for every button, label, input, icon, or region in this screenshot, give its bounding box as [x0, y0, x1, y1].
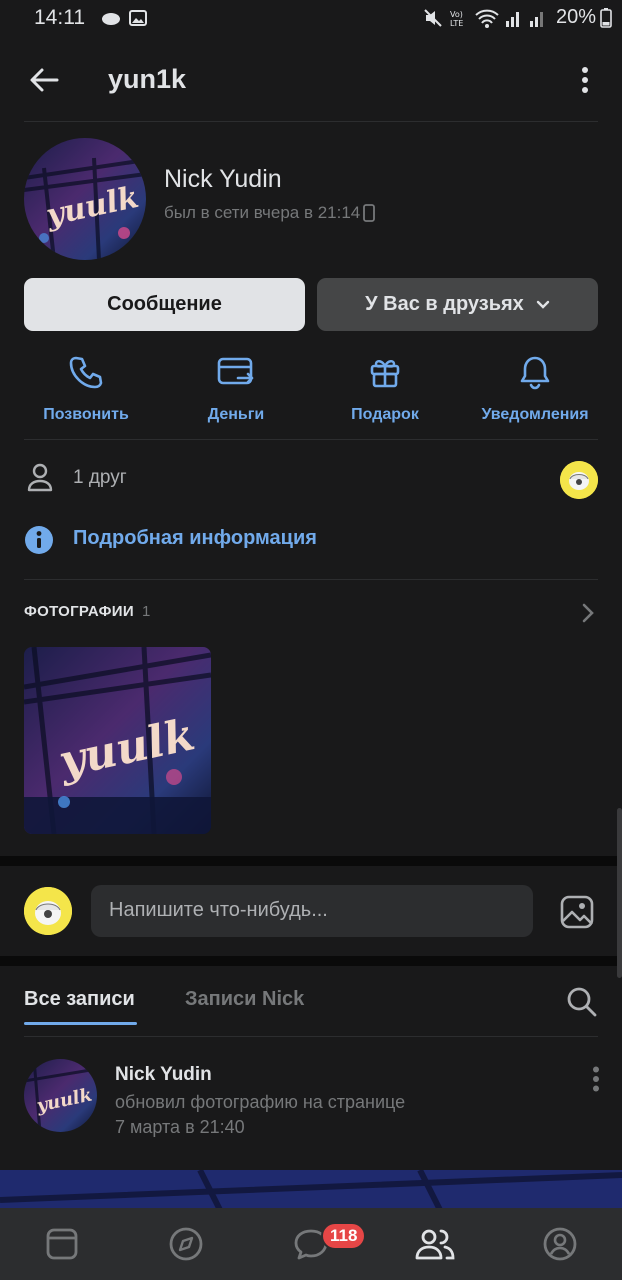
- svg-text:Vo): Vo): [450, 10, 463, 19]
- header-divider: [24, 121, 598, 122]
- detailed-info-row[interactable]: Подробная информация: [24, 522, 524, 556]
- post-more-icon[interactable]: [592, 1066, 600, 1092]
- friends-status-label: У Вас в друзьях: [365, 293, 524, 315]
- cloud-notification-icon: [102, 13, 120, 25]
- wall-tabs: Все записи Записи Nick: [0, 966, 622, 1036]
- info-divider: [24, 579, 598, 580]
- bottom-tab-bar: [0, 1208, 622, 1280]
- photos-count: 1: [141, 603, 151, 620]
- gift-icon: [370, 360, 400, 388]
- tab-friends[interactable]: [413, 1224, 457, 1264]
- post-composer: Напишите что-нибудь...: [0, 866, 622, 956]
- tab-profile[interactable]: [538, 1224, 582, 1264]
- profile-avatar[interactable]: yuulk: [24, 138, 146, 260]
- post-input[interactable]: Напишите что-нибудь...: [91, 885, 533, 937]
- scrollbar[interactable]: [617, 808, 622, 978]
- post-author-avatar[interactable]: yuulk: [24, 1059, 97, 1132]
- tab-own-posts[interactable]: Записи Nick: [185, 988, 304, 1011]
- tabs-divider: [24, 1036, 598, 1037]
- tab-all-posts[interactable]: Все записи: [24, 988, 135, 1011]
- chevron-right-icon[interactable]: [582, 603, 594, 623]
- battery-percent: 20%: [555, 6, 596, 28]
- friends-row[interactable]: 1 друг: [24, 458, 598, 499]
- chevron-down-icon: [536, 300, 550, 309]
- wall-post[interactable]: yuulk Nick Yudin обновил фотографию на с…: [0, 1048, 622, 1158]
- friend-avatar[interactable]: [560, 461, 598, 499]
- volte-icon: Vo)LTE: [450, 10, 463, 28]
- status-right: Vo) LTE 20%: [422, 6, 612, 29]
- svg-text:LTE: LTE: [450, 19, 463, 28]
- action-money[interactable]: Деньги: [166, 350, 306, 424]
- tab-news[interactable]: [40, 1224, 84, 1264]
- profile-name: Nick Yudin: [164, 165, 282, 193]
- status-notification-icons: [100, 8, 148, 28]
- section-separator-2: [0, 956, 622, 966]
- photos-title: ФОТОГРАФИИ: [24, 603, 134, 620]
- section-separator: [0, 856, 622, 866]
- more-vertical-icon: [582, 67, 588, 93]
- money-transfer-icon: [217, 357, 254, 385]
- post-action-text: обновил фотографию на странице: [115, 1092, 406, 1112]
- signal-icon: [505, 11, 519, 27]
- post-date: 7 марта в 21:40: [115, 1117, 245, 1137]
- last-seen-text: был в сети вчера в 21:14: [164, 203, 361, 222]
- back-button[interactable]: [24, 60, 64, 100]
- bell-icon: [520, 356, 550, 390]
- messages-badge: 118: [321, 1222, 367, 1250]
- detailed-info-label: Подробная информация: [73, 527, 317, 549]
- actions-divider: [24, 439, 598, 440]
- arrow-left-icon: [30, 68, 59, 92]
- gallery-notification-icon: [129, 10, 147, 26]
- more-options-button[interactable]: [570, 60, 600, 100]
- profile-icon: [543, 1227, 577, 1261]
- post-image[interactable]: [0, 1170, 622, 1210]
- tab-active-indicator: [24, 1022, 137, 1025]
- compass-icon: [169, 1227, 203, 1261]
- last-seen-status: был в сети вчера в 21:14: [164, 203, 376, 223]
- wifi-icon: [475, 9, 499, 28]
- status-bar: 14:11 Vo) LTE 20%: [0, 0, 622, 38]
- friends-status-button[interactable]: У Вас в друзьях: [317, 278, 598, 331]
- action-call[interactable]: Позвонить: [16, 350, 156, 424]
- action-notifications[interactable]: Уведомления: [465, 350, 605, 424]
- friends-count: 1 друг: [73, 467, 127, 488]
- action-gift-label: Подарок: [351, 406, 419, 423]
- action-call-label: Позвонить: [43, 406, 129, 423]
- phone-icon: [69, 356, 103, 389]
- screen-title: yun1k: [108, 64, 187, 94]
- message-button[interactable]: Сообщение: [24, 278, 305, 331]
- signal-icon-2: [529, 11, 543, 27]
- battery-icon: [600, 7, 612, 28]
- top-bar: yun1k: [0, 38, 622, 122]
- composer-avatar: [24, 887, 72, 935]
- friends-icon: [415, 1229, 455, 1260]
- info-icon: [25, 526, 53, 554]
- action-gift[interactable]: Подарок: [315, 350, 455, 424]
- action-notifications-label: Уведомления: [481, 406, 589, 423]
- newsfeed-icon: [46, 1228, 78, 1260]
- mute-icon: [424, 8, 442, 27]
- photo-thumbnail[interactable]: yuulk: [24, 647, 211, 834]
- post-author-name[interactable]: Nick Yudin: [115, 1064, 212, 1086]
- action-money-label: Деньги: [207, 406, 265, 423]
- search-icon[interactable]: [566, 986, 598, 1018]
- user-icon: [27, 463, 53, 492]
- image-upload-icon[interactable]: [559, 894, 595, 930]
- photos-header[interactable]: ФОТОГРАФИИ 1: [24, 603, 151, 620]
- tab-discover[interactable]: [164, 1224, 208, 1264]
- status-time: 14:11: [34, 6, 85, 29]
- mobile-device-icon: [363, 204, 376, 222]
